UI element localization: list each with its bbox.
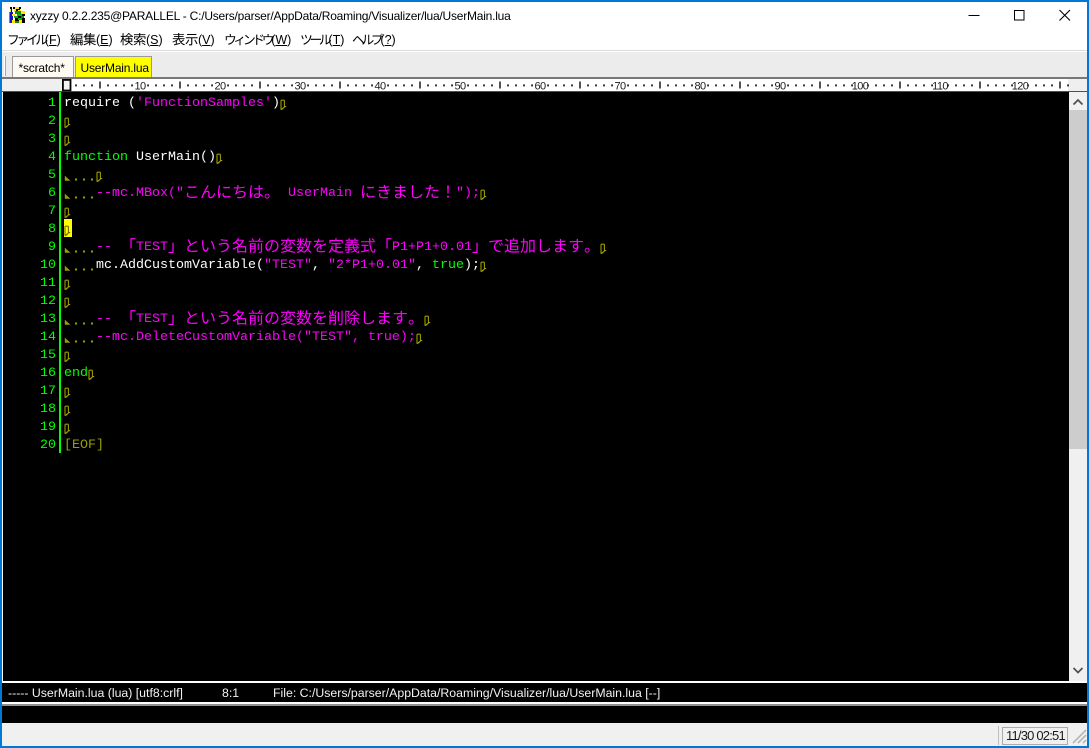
svg-text:60: 60	[534, 80, 546, 92]
svg-text:10: 10	[134, 80, 146, 92]
svg-text:50: 50	[454, 80, 466, 92]
svg-text:80: 80	[694, 80, 706, 92]
svg-text:90: 90	[774, 80, 786, 92]
svg-text:110: 110	[932, 80, 948, 92]
svg-text:30: 30	[294, 80, 306, 92]
svg-text:40: 40	[374, 80, 386, 92]
svg-text:20: 20	[214, 80, 226, 92]
svg-text:120: 120	[1012, 80, 1029, 92]
svg-text:100: 100	[852, 80, 869, 92]
svg-text:70: 70	[614, 80, 626, 92]
